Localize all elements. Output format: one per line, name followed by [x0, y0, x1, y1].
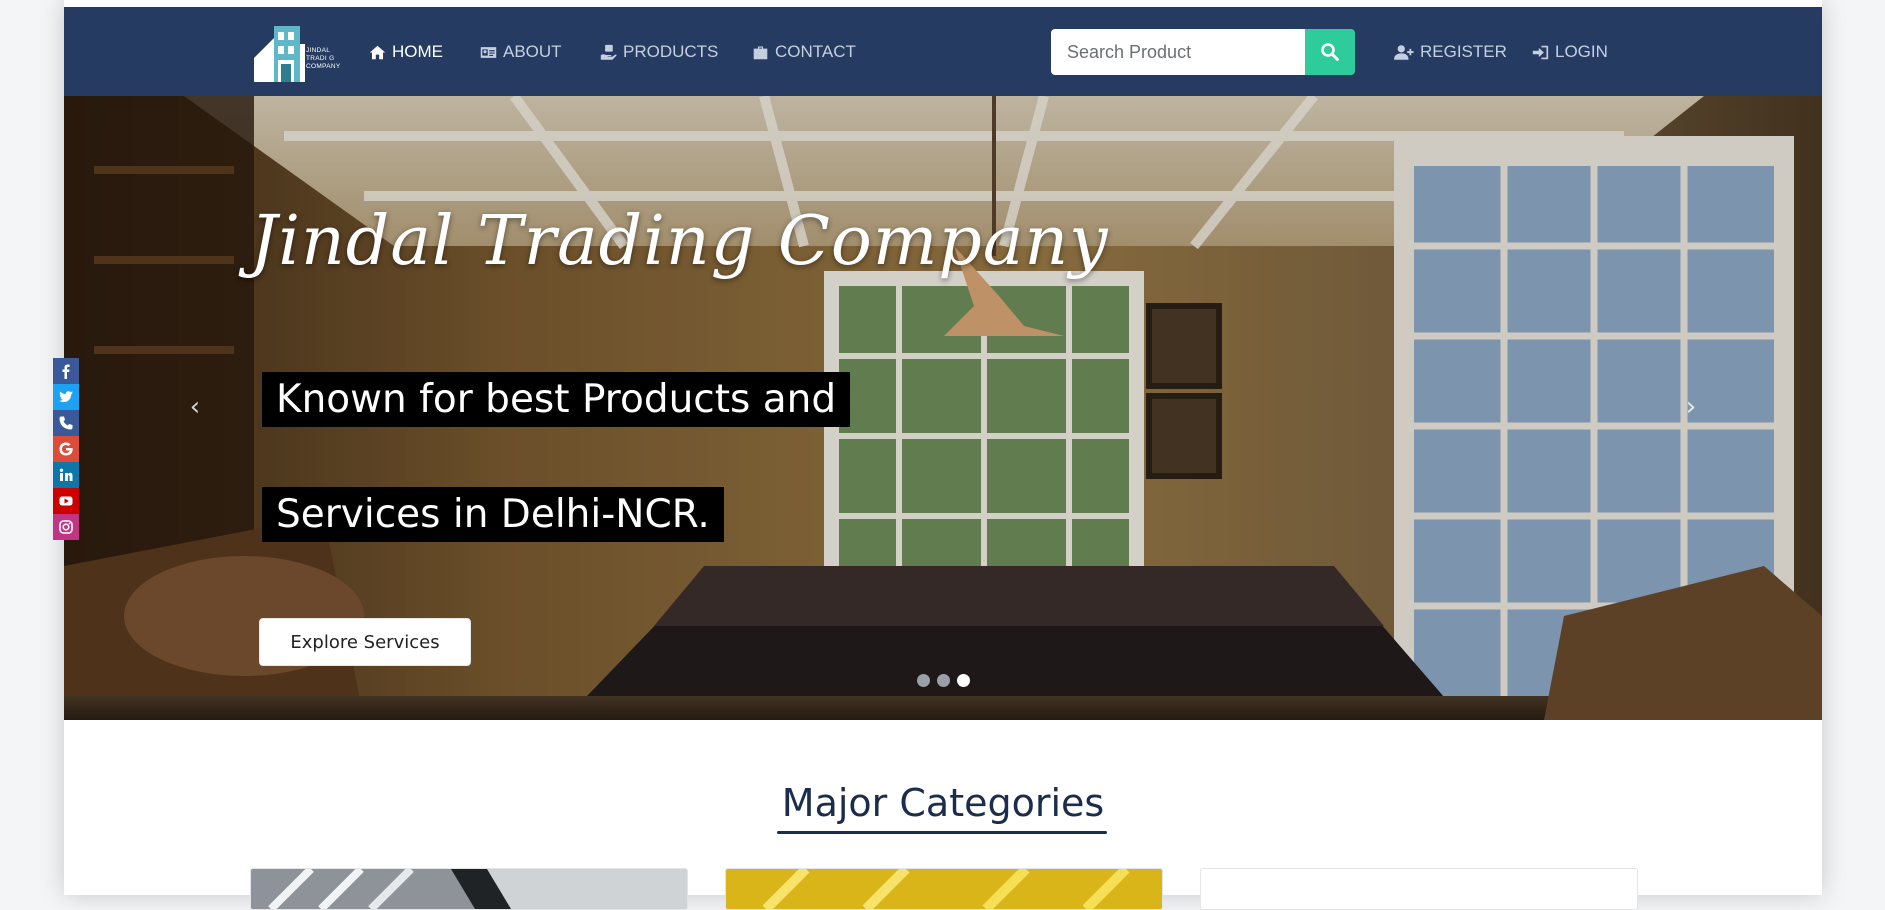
hero-title: Jindal Trading Company: [250, 202, 1109, 281]
search-button[interactable]: [1305, 29, 1355, 75]
briefcase-icon: [753, 46, 768, 59]
nav-about[interactable]: ABOUT: [480, 40, 562, 64]
top-navbar: JINDAL TRADI G COMPANY HOME ABOUT PRODUC…: [64, 7, 1822, 96]
nav-home[interactable]: HOME: [369, 40, 443, 64]
nav-products[interactable]: PRODUCTS: [600, 40, 718, 64]
search-input[interactable]: [1051, 29, 1305, 75]
nav-home-label: HOME: [392, 42, 443, 61]
hero-tagline-line-2: Services in Delhi-NCR.: [262, 487, 724, 542]
linkedin-icon[interactable]: [53, 462, 79, 488]
hand-product-icon: [600, 44, 617, 60]
carousel-indicators: [917, 674, 970, 687]
home-icon: [369, 45, 386, 59]
login-label: LOGIN: [1555, 42, 1608, 61]
chevron-right-icon[interactable]: ›: [1676, 392, 1706, 422]
carousel-dot-1[interactable]: [917, 674, 930, 687]
category-card-1[interactable]: [250, 868, 688, 910]
category-image-brass: [726, 869, 1162, 909]
category-card-3[interactable]: [1200, 868, 1638, 910]
google-icon[interactable]: [53, 436, 79, 462]
phone-icon[interactable]: [53, 410, 79, 436]
hero-carousel: Jindal Trading Company Known for best Pr…: [64, 96, 1822, 720]
nav-products-label: PRODUCTS: [623, 42, 719, 61]
explore-services-button[interactable]: Explore Services: [259, 618, 471, 666]
logo-line-2: TRADI G: [306, 55, 335, 62]
nav-contact-label: CONTACT: [775, 42, 856, 61]
logo-line-1: JINDAL: [306, 47, 331, 54]
category-image-steel: [251, 869, 687, 909]
chevron-left-icon[interactable]: ‹: [180, 392, 210, 422]
social-sidebar: [53, 358, 79, 540]
login-link[interactable]: LOGIN: [1532, 40, 1608, 64]
facebook-icon[interactable]: [53, 358, 79, 384]
logo-line-3: COMPANY: [306, 63, 341, 70]
section-title-underline: [777, 831, 1107, 834]
instagram-icon[interactable]: [53, 514, 79, 540]
register-label: REGISTER: [1420, 42, 1507, 61]
user-plus-icon: [1394, 44, 1414, 60]
carousel-dot-2[interactable]: [937, 674, 950, 687]
register-link[interactable]: REGISTER: [1394, 40, 1507, 64]
hero-tagline-line-1: Known for best Products and: [262, 372, 851, 427]
category-card-2[interactable]: [725, 868, 1163, 910]
search-icon: [1321, 43, 1339, 61]
youtube-icon[interactable]: [53, 488, 79, 514]
nav-about-label: ABOUT: [503, 42, 562, 61]
company-logo[interactable]: JINDAL TRADI G COMPANY: [250, 22, 342, 82]
twitter-icon[interactable]: [53, 384, 79, 410]
id-card-icon: [480, 46, 497, 58]
logo-text: JINDAL TRADI G COMPANY: [306, 47, 340, 71]
section-title: Major Categories: [781, 781, 1105, 825]
nav-contact[interactable]: CONTACT: [752, 40, 856, 64]
page-container: JINDAL TRADI G COMPANY HOME ABOUT PRODUC…: [64, 0, 1822, 910]
sign-in-icon: [1532, 45, 1549, 59]
carousel-dot-3[interactable]: [957, 674, 970, 687]
